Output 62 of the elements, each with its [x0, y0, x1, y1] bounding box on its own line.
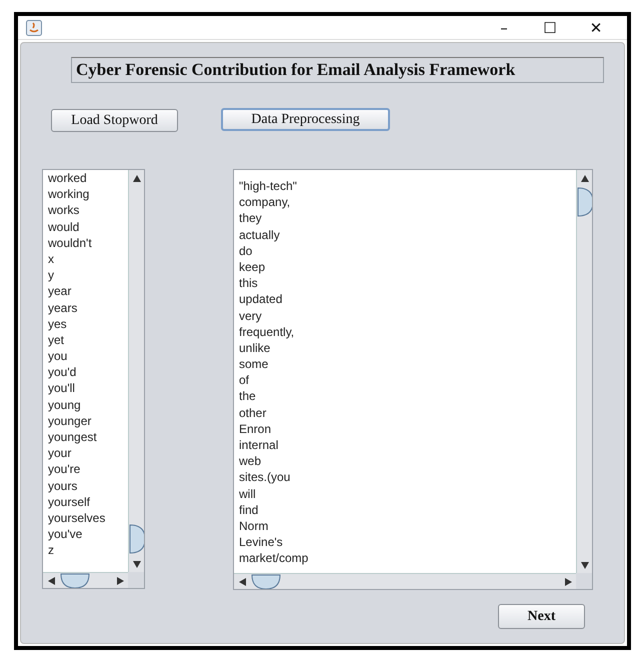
list-item[interactable]: Enron [234, 420, 308, 437]
list-item[interactable]: Norm [234, 518, 308, 534]
maximize-button[interactable]: ☐ [527, 16, 573, 38]
list-item[interactable]: you'll [43, 380, 106, 397]
list-item[interactable]: they [234, 210, 308, 227]
list-item[interactable]: actually [234, 226, 308, 243]
close-button[interactable]: ✕ [573, 16, 619, 38]
list-item[interactable]: web [234, 453, 308, 470]
minimize-button[interactable]: – [481, 16, 527, 38]
horizontal-scrollbar[interactable] [43, 572, 129, 588]
list-item[interactable]: you [43, 348, 106, 364]
vertical-scrollbar[interactable] [128, 170, 144, 573]
list-item[interactable]: some [234, 356, 308, 372]
list-item[interactable]: you'd [43, 364, 106, 380]
data-preprocessing-button[interactable]: Data Preprocessing [221, 108, 390, 131]
list-item[interactable]: yes [43, 316, 106, 332]
list-item[interactable]: younger [43, 412, 106, 429]
list-item[interactable]: would [43, 218, 106, 235]
list-item[interactable]: do [234, 242, 308, 259]
list-item[interactable]: find [234, 502, 308, 518]
list-item[interactable]: works [43, 202, 106, 219]
list-item[interactable]: you've [43, 526, 106, 542]
heading-label: Cyber Forensic Contribution for Email Analysis Framework [71, 57, 604, 83]
list-item[interactable]: you're [43, 461, 106, 478]
list-item[interactable]: market/comp [234, 550, 308, 566]
list-item[interactable]: keep [234, 258, 308, 276]
list-item[interactable]: of [234, 372, 308, 388]
list-item[interactable]: frequently, [234, 324, 308, 340]
list-item[interactable]: years [43, 300, 106, 316]
scrollbar-corner [576, 573, 592, 589]
list-item[interactable]: updated [234, 291, 308, 308]
list-item[interactable]: yours [43, 478, 106, 494]
list-item[interactable]: year [43, 283, 106, 300]
list-item[interactable]: worked [43, 170, 106, 186]
list-item[interactable]: yourself [43, 494, 106, 510]
list-item[interactable]: youngest [43, 429, 106, 446]
list-item[interactable]: sites.(you [234, 469, 308, 486]
list-item[interactable]: will [234, 486, 308, 502]
list-item[interactable]: y [43, 267, 106, 284]
list-item[interactable]: "high-tech" [234, 178, 308, 194]
list-item[interactable]: internal [234, 437, 308, 454]
vertical-scrollbar[interactable] [576, 170, 592, 574]
list-item[interactable]: young [43, 396, 106, 413]
list-item[interactable]: unlike [234, 340, 308, 356]
next-button[interactable]: Next [498, 604, 585, 629]
list-item[interactable]: x [43, 250, 106, 268]
list-item[interactable]: yourselves [43, 510, 106, 526]
list-item[interactable]: very [234, 308, 308, 324]
list-item[interactable]: your [43, 445, 106, 462]
list-item[interactable]: yet [43, 332, 106, 348]
list-item[interactable]: working [43, 186, 106, 202]
horizontal-scrollbar[interactable] [234, 573, 577, 589]
list-item[interactable]: other [234, 404, 308, 421]
list-item[interactable]: this [234, 275, 308, 292]
list-item[interactable]: wouldn't [43, 234, 106, 251]
list-item[interactable]: company, [234, 194, 308, 210]
java-app-icon [26, 20, 42, 36]
load-stopword-button[interactable]: Load Stopword [51, 109, 178, 132]
list-item[interactable]: the [234, 388, 308, 405]
list-item[interactable]: z [43, 542, 106, 558]
scrollbar-corner [128, 572, 144, 588]
list-item[interactable]: Levine's [234, 534, 308, 550]
